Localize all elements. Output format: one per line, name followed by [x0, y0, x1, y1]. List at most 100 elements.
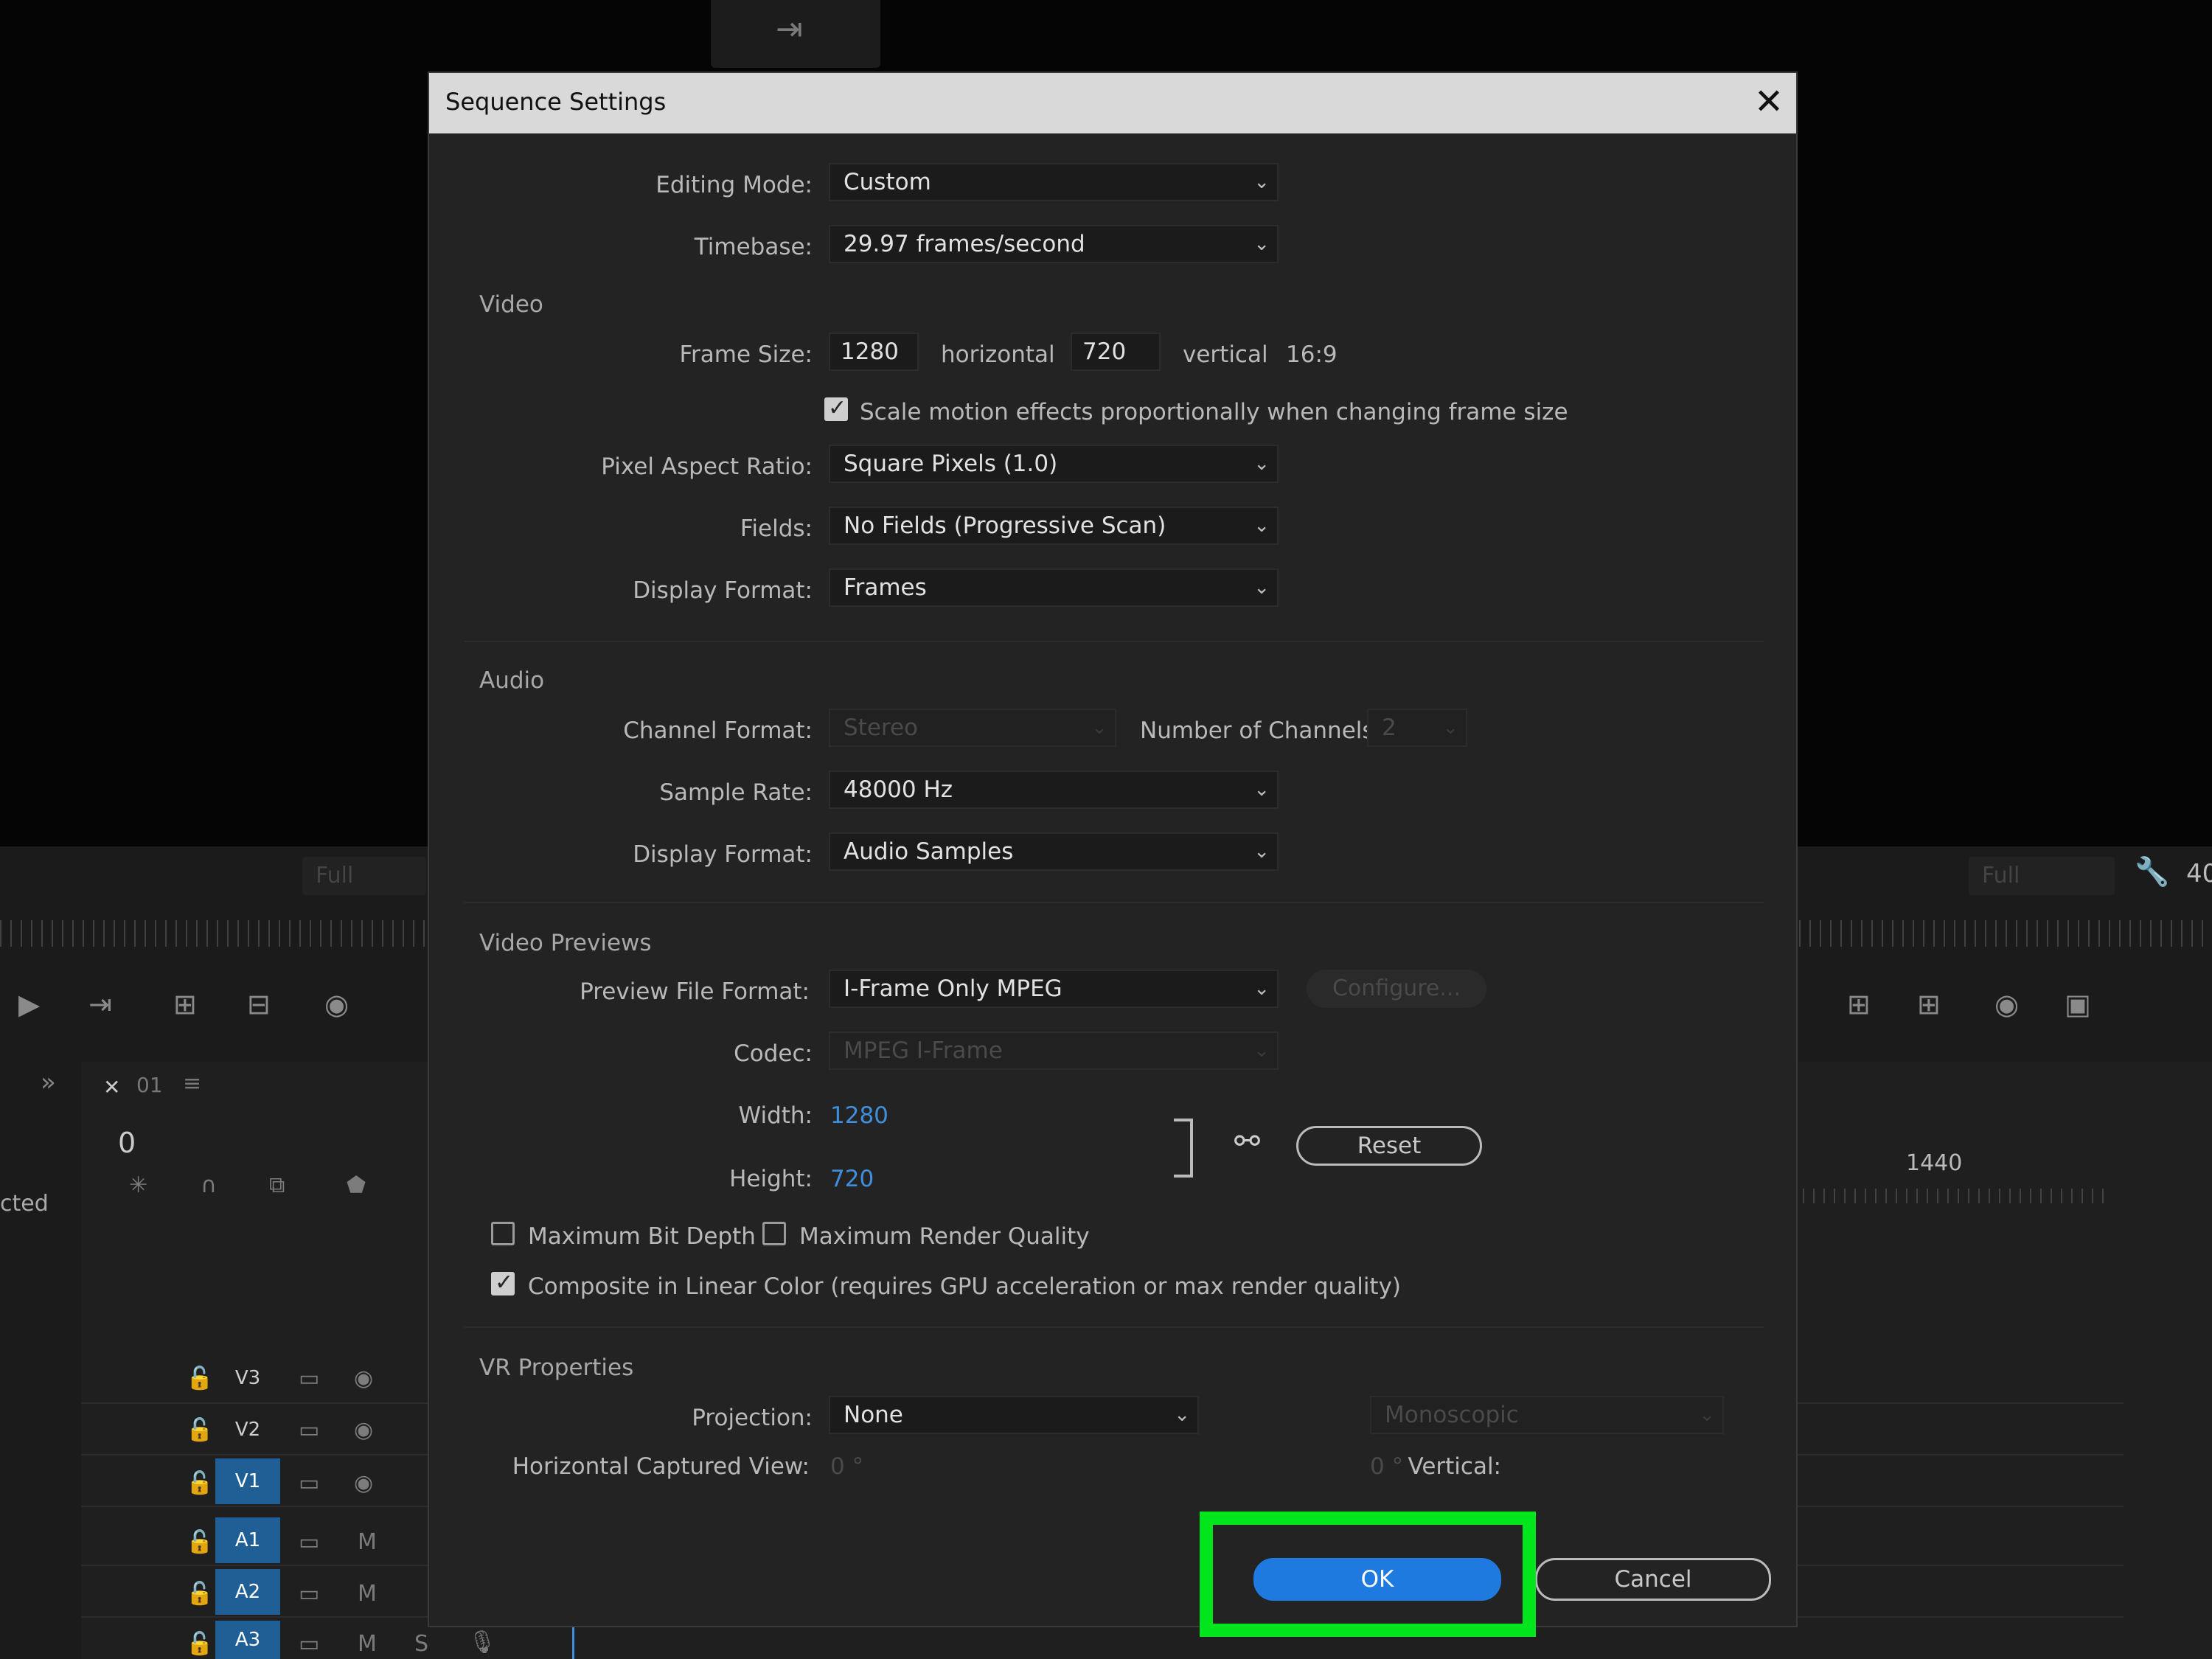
horizontal-captured-view-label: Horizontal Captured View:	[512, 1453, 810, 1480]
camera-icon[interactable]: ◉	[324, 988, 349, 1020]
chevron-down-icon: ⌄	[1253, 453, 1270, 475]
link-icon[interactable]: ⚯	[1234, 1123, 1260, 1159]
insert-icon[interactable]: ⊞	[173, 988, 197, 1020]
dialog-titlebar: Sequence Settings ✕	[429, 73, 1796, 133]
track-a3[interactable]: A3	[215, 1621, 280, 1659]
lock-icon[interactable]: 🔓	[186, 1631, 213, 1657]
chevron-down-icon: ⌄	[1253, 1040, 1270, 1062]
frame-width-input[interactable]: 1280	[829, 333, 919, 371]
chevron-down-icon: ⌄	[1253, 978, 1270, 1000]
preview-file-format-dropdown[interactable]: I-Frame Only MPEG ⌄	[829, 970, 1279, 1008]
preview-width-value[interactable]: 1280	[830, 1102, 888, 1129]
lock-icon[interactable]: 🔓	[186, 1470, 213, 1496]
codec-label: Codec:	[734, 1040, 813, 1067]
panel-menu-icon[interactable]: ≡	[183, 1071, 201, 1096]
channel-format-value: Stereo	[844, 714, 919, 741]
sync-lock-icon[interactable]: ▭	[299, 1417, 319, 1443]
pixel-aspect-dropdown[interactable]: Square Pixels (1.0) ⌄	[829, 445, 1279, 483]
video-display-format-label: Display Format:	[633, 577, 813, 604]
sync-lock-icon[interactable]: ▭	[299, 1529, 319, 1555]
preview-file-format-value: I-Frame Only MPEG	[844, 975, 1062, 1002]
export-frame-button[interactable]: ⇥	[711, 0, 880, 68]
wrench-icon[interactable]: 🔧	[2135, 855, 2169, 888]
program-camera-icon[interactable]: ◉	[1994, 988, 2019, 1020]
frame-height-input[interactable]: 720	[1071, 333, 1161, 371]
chevron-down-icon: ⌄	[1442, 717, 1458, 739]
lock-icon[interactable]: 🔓	[186, 1581, 213, 1607]
audio-display-format-dropdown[interactable]: Audio Samples ⌄	[829, 832, 1279, 871]
eye-icon[interactable]: ◉	[354, 1417, 373, 1443]
video-display-format-dropdown[interactable]: Frames ⌄	[829, 568, 1279, 607]
num-channels-dropdown[interactable]: 2 ⌄	[1367, 709, 1467, 747]
audio-display-format-label: Display Format:	[633, 841, 813, 868]
channel-format-label: Channel Format:	[623, 717, 813, 744]
reset-button[interactable]: Reset	[1296, 1126, 1482, 1166]
preview-height-value[interactable]: 720	[830, 1166, 874, 1192]
export-icon: ⇥	[776, 10, 803, 48]
extract-icon[interactable]: ⊞	[1917, 988, 1941, 1020]
eye-icon[interactable]: ◉	[354, 1366, 373, 1391]
voiceover-mic-icon[interactable]: 🎙	[468, 1630, 496, 1655]
compare-view-icon[interactable]: ▣	[2065, 988, 2091, 1020]
mute-button[interactable]: M	[358, 1631, 377, 1657]
close-icon[interactable]: ✕	[1749, 80, 1789, 123]
preview-width-label: Width:	[738, 1102, 813, 1129]
track-a2[interactable]: A2	[215, 1569, 280, 1615]
lock-icon[interactable]: 🔓	[186, 1417, 213, 1443]
section-divider	[465, 1326, 1764, 1328]
track-a1[interactable]: A1	[215, 1517, 280, 1563]
lock-icon[interactable]: 🔓	[186, 1529, 213, 1555]
playhead[interactable]	[572, 1622, 574, 1659]
track-v1[interactable]: V1	[215, 1458, 280, 1504]
timebase-dropdown[interactable]: 29.97 frames/second ⌄	[829, 225, 1279, 263]
sync-lock-icon[interactable]: ▭	[299, 1470, 319, 1496]
layout-dropdown[interactable]: Monoscopic ⌄	[1370, 1396, 1724, 1434]
sample-rate-dropdown[interactable]: 48000 Hz ⌄	[829, 771, 1279, 809]
editing-mode-label: Editing Mode:	[655, 172, 813, 198]
timebase-value: 29.97 frames/second	[844, 231, 1085, 257]
play-in-out-icon[interactable]: ▶	[18, 988, 40, 1020]
sync-lock-icon[interactable]: ▭	[299, 1581, 319, 1607]
expand-panels-icon[interactable]: »	[41, 1068, 56, 1097]
pixel-aspect-value: Square Pixels (1.0)	[844, 451, 1058, 477]
cancel-button[interactable]: Cancel	[1535, 1558, 1771, 1601]
channel-format-dropdown[interactable]: Stereo ⌄	[829, 709, 1116, 747]
fields-dropdown[interactable]: No Fields (Progressive Scan) ⌄	[829, 507, 1279, 545]
scale-motion-checkbox[interactable]	[824, 395, 848, 421]
max-bit-depth-label: Maximum Bit Depth	[528, 1223, 756, 1250]
timecode[interactable]: 0	[118, 1127, 136, 1159]
nest-icon[interactable]: ✳	[129, 1172, 147, 1198]
codec-dropdown[interactable]: MPEG I-Frame ⌄	[829, 1032, 1279, 1070]
sync-lock-icon[interactable]: ▭	[299, 1631, 319, 1657]
playback-resolution-right[interactable]: Full	[1969, 857, 2115, 895]
marker-icon[interactable]: ⬟	[347, 1172, 366, 1198]
snap-icon[interactable]: ∩	[201, 1172, 217, 1198]
horizontal-captured-view-value[interactable]: 0 °	[830, 1453, 863, 1480]
max-bit-depth-checkbox[interactable]	[491, 1222, 515, 1245]
video-previews-section-title: Video Previews	[479, 930, 652, 956]
projection-dropdown[interactable]: None ⌄	[829, 1396, 1199, 1434]
linked-selection-icon[interactable]: ⧉	[269, 1172, 285, 1198]
eye-icon[interactable]: ◉	[354, 1470, 373, 1496]
linear-color-checkbox[interactable]	[491, 1270, 515, 1295]
sequence-tab[interactable]: 01	[136, 1073, 163, 1097]
track-v2[interactable]: V2	[215, 1407, 280, 1453]
vertical-view-value[interactable]: 0 °	[1370, 1453, 1403, 1480]
close-tab-icon[interactable]: ✕	[103, 1075, 120, 1099]
sync-lock-icon[interactable]: ▭	[299, 1366, 319, 1391]
playback-resolution-left[interactable]: Full	[302, 857, 426, 895]
lift-icon[interactable]: ⊞	[1847, 988, 1871, 1020]
mute-button[interactable]: M	[358, 1581, 377, 1607]
go-to-out-icon[interactable]: ⇥	[88, 988, 112, 1020]
num-channels-label: Number of Channels:	[1140, 717, 1382, 744]
mute-button[interactable]: M	[358, 1529, 377, 1555]
overwrite-icon[interactable]: ⊟	[247, 988, 271, 1020]
track-v3[interactable]: V3	[215, 1355, 280, 1401]
max-render-quality-checkbox[interactable]	[762, 1222, 786, 1245]
codec-value: MPEG I-Frame	[844, 1037, 1003, 1064]
solo-button[interactable]: S	[414, 1631, 428, 1657]
configure-button[interactable]: Configure...	[1307, 970, 1486, 1008]
editing-mode-dropdown[interactable]: Custom ⌄	[829, 163, 1279, 201]
lock-icon[interactable]: 🔓	[186, 1366, 213, 1391]
video-display-format-value: Frames	[844, 574, 927, 601]
